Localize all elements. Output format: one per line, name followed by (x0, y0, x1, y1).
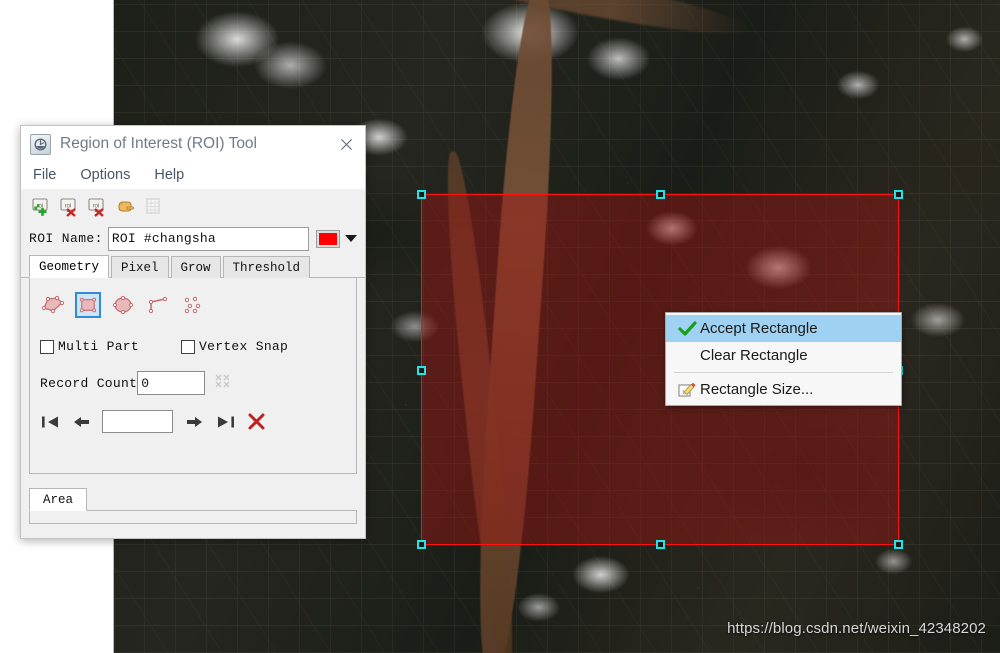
points-icon[interactable] (180, 292, 206, 318)
geometry-tab-panel: Multi Part Vertex Snap Record Count 0 (29, 278, 357, 474)
last-icon[interactable] (215, 412, 235, 432)
menu-file[interactable]: File (30, 165, 67, 186)
tab-pixel[interactable]: Pixel (111, 256, 169, 278)
rectangle-icon[interactable] (75, 292, 101, 318)
bottom-tabstrip[interactable]: Area (29, 486, 357, 511)
record-stats-icon (214, 372, 232, 395)
next-icon[interactable] (184, 412, 204, 432)
menu-item-label: Clear Rectangle (700, 347, 808, 364)
menu-item-label: Rectangle Size... (700, 381, 814, 398)
rectangle-context-menu[interactable]: Accept Rectangle Clear Rectangle 19 Rect… (665, 312, 902, 406)
first-icon[interactable] (40, 412, 60, 432)
record-count-row[interactable]: Record Count 0 (40, 371, 346, 395)
menu-item-rectangle-size[interactable]: 19 Rectangle Size... (666, 376, 901, 403)
resize-handle-top-right[interactable] (894, 190, 903, 199)
menu-options[interactable]: Options (77, 165, 141, 186)
roi-color-swatch[interactable] (316, 229, 340, 248)
roi-remove-all-icon[interactable]: roi (84, 193, 109, 218)
close-icon[interactable] (333, 131, 359, 157)
tab-threshold[interactable]: Threshold (222, 256, 311, 278)
polyline-icon[interactable] (145, 292, 171, 318)
edit-size-icon: 19 (674, 381, 700, 399)
record-index-input[interactable] (102, 410, 173, 433)
roi-add-icon[interactable]: roi (28, 193, 53, 218)
menu-help[interactable]: Help (151, 165, 195, 186)
envi-globe-icon (30, 133, 51, 155)
dialog-titlebar[interactable]: Region of Interest (ROI) Tool (21, 126, 365, 162)
tab-grow[interactable]: Grow (170, 256, 221, 278)
record-count-label: Record Count (40, 375, 138, 391)
geometry-tool-group[interactable] (40, 290, 346, 320)
vertex-snap-checkbox[interactable] (181, 339, 196, 354)
record-navigation-row[interactable] (40, 410, 346, 433)
delete-x-icon[interactable] (246, 412, 266, 432)
roi-tool-dialog[interactable]: Region of Interest (ROI) Tool File Optio… (20, 125, 366, 539)
hand-pointer-icon[interactable] (112, 193, 137, 218)
chevron-down-icon[interactable] (345, 235, 357, 242)
roi-remove-icon[interactable]: roi (56, 193, 81, 218)
resize-handle-bottom-left[interactable] (417, 540, 426, 549)
record-count-input[interactable]: 0 (137, 371, 206, 395)
menu-item-accept-rectangle[interactable]: Accept Rectangle (666, 315, 901, 342)
roi-name-input[interactable]: ROI #changsha (107, 226, 309, 251)
multi-part-label: Multi Part (58, 339, 140, 354)
menu-item-label: Accept Rectangle (700, 320, 818, 337)
resize-handle-top-center[interactable] (656, 190, 665, 199)
table-icon (140, 193, 165, 218)
vertex-snap-label: Vertex Snap (199, 339, 289, 354)
multi-part-checkbox[interactable] (40, 339, 54, 354)
tab-area[interactable]: Area (29, 488, 88, 511)
menu-separator (674, 372, 893, 373)
resize-handle-middle-left[interactable] (417, 365, 426, 375)
bottom-tab-body (29, 511, 357, 524)
tab-geometry[interactable]: Geometry (29, 255, 110, 278)
dialog-tabstrip[interactable]: Geometry Pixel Grow Threshold (21, 255, 365, 278)
resize-handle-bottom-right[interactable] (894, 540, 903, 549)
dialog-title: Region of Interest (ROI) Tool (60, 135, 257, 152)
resize-handle-bottom-center[interactable] (656, 540, 665, 549)
roi-name-label: ROI Name: (29, 231, 103, 246)
ellipse-icon[interactable] (110, 292, 136, 318)
geometry-options-row[interactable]: Multi Part Vertex Snap (40, 339, 346, 354)
check-icon (674, 321, 700, 336)
previous-icon[interactable] (71, 412, 91, 432)
resize-handle-top-left[interactable] (417, 190, 426, 199)
dialog-toolbar[interactable]: roi roi roi (21, 189, 365, 222)
polygon-icon[interactable] (40, 292, 66, 318)
roi-name-row[interactable]: ROI Name: ROI #changsha (21, 222, 365, 255)
dialog-menubar[interactable]: File Options Help (21, 162, 365, 189)
watermark-url: https://blog.csdn.net/weixin_42348202 (727, 620, 986, 637)
menu-item-clear-rectangle[interactable]: Clear Rectangle (666, 342, 901, 369)
